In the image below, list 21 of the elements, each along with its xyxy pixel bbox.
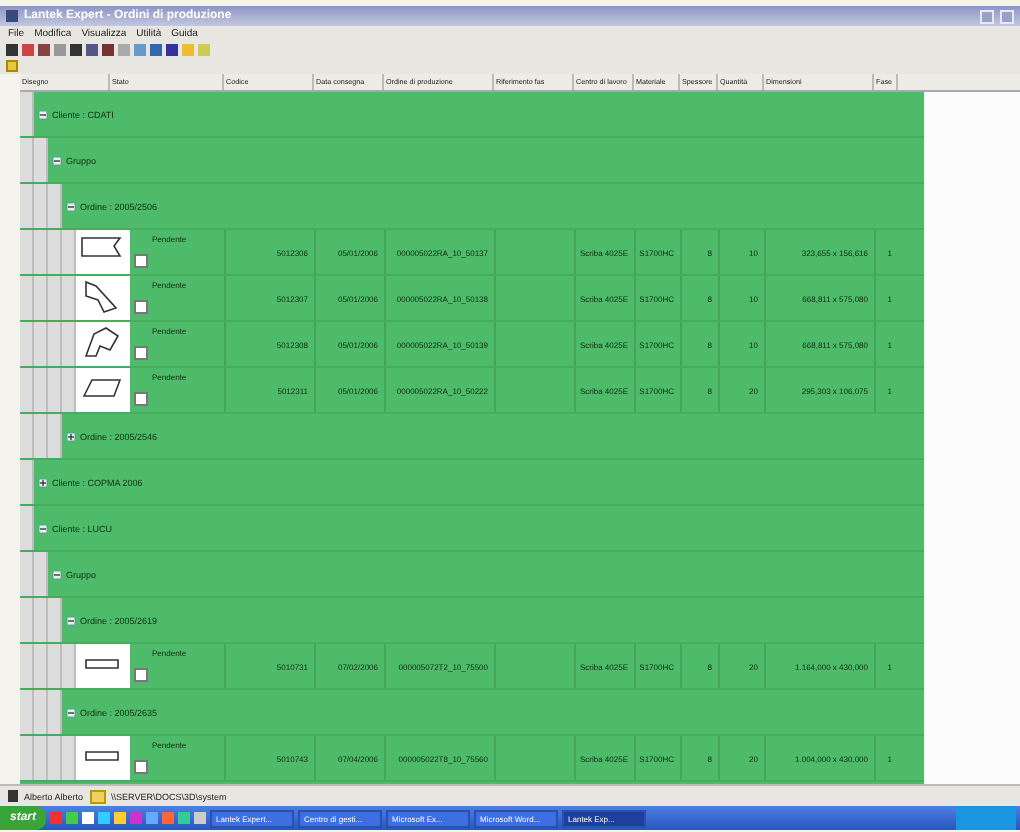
system-tray: [956, 806, 1016, 830]
collapse-icon[interactable]: [52, 569, 62, 579]
collapse-icon[interactable]: [66, 707, 76, 717]
document-icon: [134, 760, 148, 774]
collapse-icon[interactable]: [52, 155, 62, 165]
expand-icon[interactable]: [38, 477, 48, 487]
minimize-button[interactable]: [980, 9, 994, 23]
collapse-icon[interactable]: [66, 615, 76, 625]
app-icon: [6, 10, 18, 22]
expand-icon[interactable]: [66, 431, 76, 441]
document-icon: [134, 668, 148, 682]
collapse-icon[interactable]: [66, 201, 76, 211]
user-icon: [8, 790, 18, 802]
document-icon: [134, 392, 148, 406]
document-icon: [134, 300, 148, 314]
folder-icon: [89, 789, 106, 803]
collapse-icon[interactable]: [38, 523, 48, 533]
document-icon: [134, 346, 148, 360]
document-icon: [134, 254, 148, 268]
close-button[interactable]: [1000, 9, 1014, 23]
collapse-icon[interactable]: [38, 109, 48, 119]
